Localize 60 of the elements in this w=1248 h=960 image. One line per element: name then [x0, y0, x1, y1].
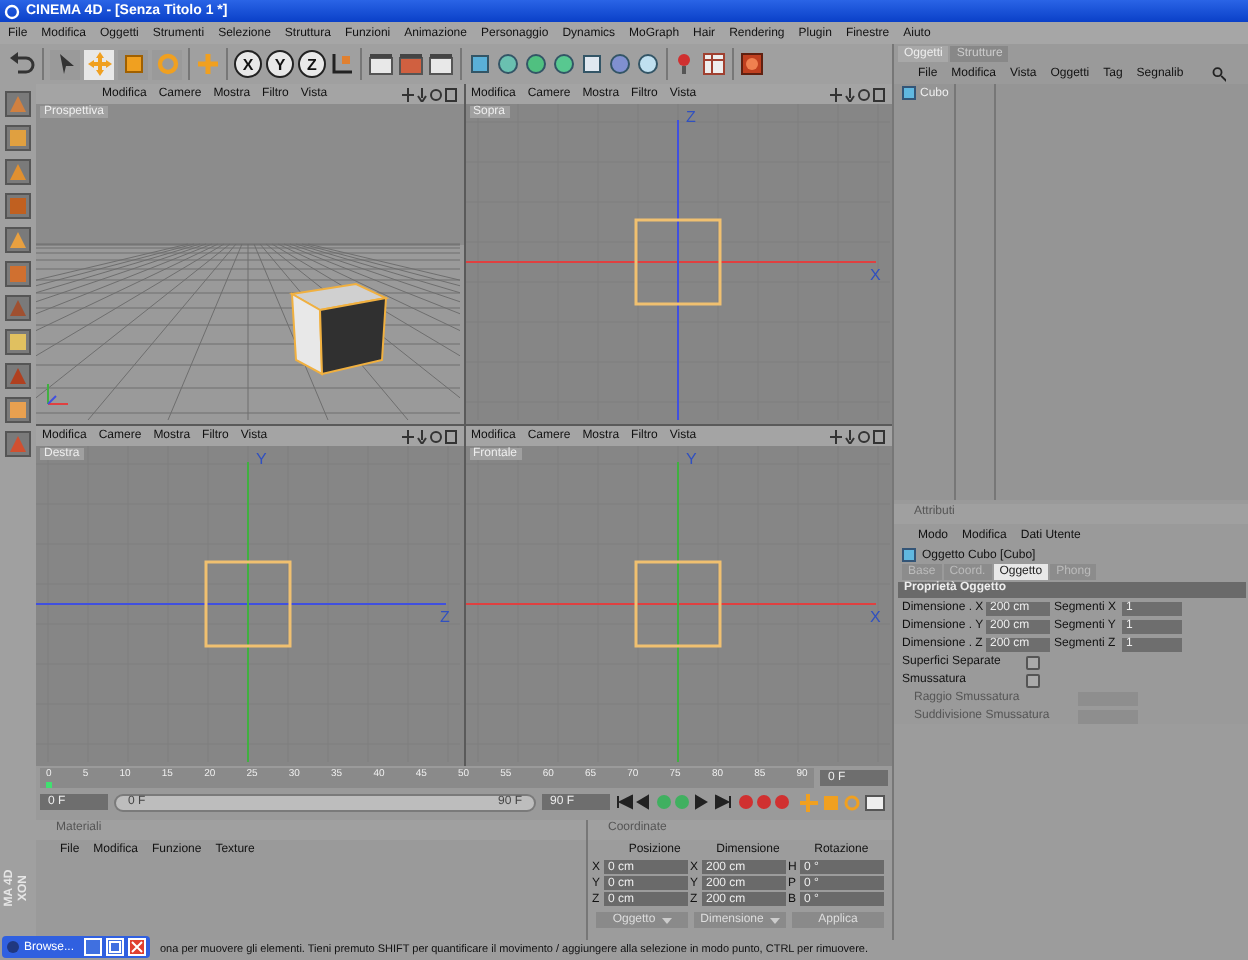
search-icon[interactable] — [1211, 66, 1226, 82]
scale-icon — [121, 52, 145, 76]
app-logo-icon — [4, 3, 20, 19]
mode-tool-icon[interactable] — [4, 90, 32, 118]
checkbox[interactable] — [1026, 673, 1040, 687]
undo-icon[interactable] — [8, 52, 36, 76]
table-icon[interactable] — [702, 52, 726, 76]
move-tool-button[interactable] — [84, 49, 114, 79]
mode-tool-icon[interactable] — [4, 362, 32, 390]
scale-tool-button[interactable] — [118, 49, 148, 79]
axis-label: Y — [685, 450, 696, 468]
move-icon — [87, 52, 111, 76]
playback-controls-icon[interactable] — [616, 794, 732, 810]
cube-icon — [902, 86, 916, 100]
mode-tool-icon[interactable] — [4, 396, 32, 424]
restore-icon[interactable] — [84, 938, 102, 956]
cube-outline — [633, 560, 721, 648]
record-keys-icon[interactable] — [738, 794, 794, 810]
caret-icon — [661, 917, 672, 923]
viewport-navigation-icon[interactable] — [830, 429, 886, 443]
cube-drawing — [289, 282, 390, 376]
cube-outline — [204, 560, 292, 648]
render-icon[interactable] — [428, 52, 454, 76]
checkbox[interactable] — [1026, 655, 1040, 669]
render-settings-icon[interactable] — [740, 52, 764, 76]
axis-lock-button[interactable]: X — [234, 50, 262, 78]
viewport-navigation-icon[interactable] — [401, 87, 457, 101]
mode-tool-icon[interactable] — [4, 158, 32, 186]
mode-tool-icon[interactable] — [4, 328, 32, 356]
sphere-icon[interactable] — [552, 52, 576, 76]
mode-tool-icon[interactable] — [4, 192, 32, 220]
cube-icon — [902, 548, 916, 562]
coordinate-system-icon[interactable] — [330, 52, 354, 76]
render-icon[interactable] — [368, 52, 394, 76]
mode-tool-icon[interactable] — [4, 294, 32, 322]
cube-outline — [633, 218, 721, 306]
axis-lock-button[interactable]: Y — [266, 50, 294, 78]
viewport-navigation-icon[interactable] — [830, 87, 886, 101]
axis-label: Y — [256, 450, 267, 468]
axis-label: Z — [685, 108, 695, 126]
mode-tool-icon[interactable] — [4, 124, 32, 152]
mode-tool-icon[interactable] — [4, 226, 32, 254]
pointer-tool-button[interactable] — [50, 49, 80, 79]
maximize-icon[interactable] — [106, 938, 124, 956]
render-icon[interactable] — [398, 52, 424, 76]
caret-icon — [769, 917, 780, 923]
axis-gizmo-icon — [47, 383, 69, 405]
rotate-icon — [155, 52, 179, 76]
window-icon — [6, 940, 20, 954]
key-filter-icon[interactable] — [800, 793, 888, 811]
axis-lock-button[interactable]: Z — [298, 50, 326, 78]
cube-icon[interactable] — [468, 52, 492, 76]
axis-label: X — [869, 608, 880, 626]
mode-tool-icon[interactable] — [4, 260, 32, 288]
viewport-navigation-icon[interactable] — [401, 429, 457, 443]
close-icon[interactable] — [128, 938, 146, 956]
mode-tool-icon[interactable] — [4, 430, 32, 458]
axis-label: Z — [440, 608, 450, 626]
axis-label: X — [869, 266, 880, 284]
playhead-handle[interactable] — [46, 782, 52, 788]
